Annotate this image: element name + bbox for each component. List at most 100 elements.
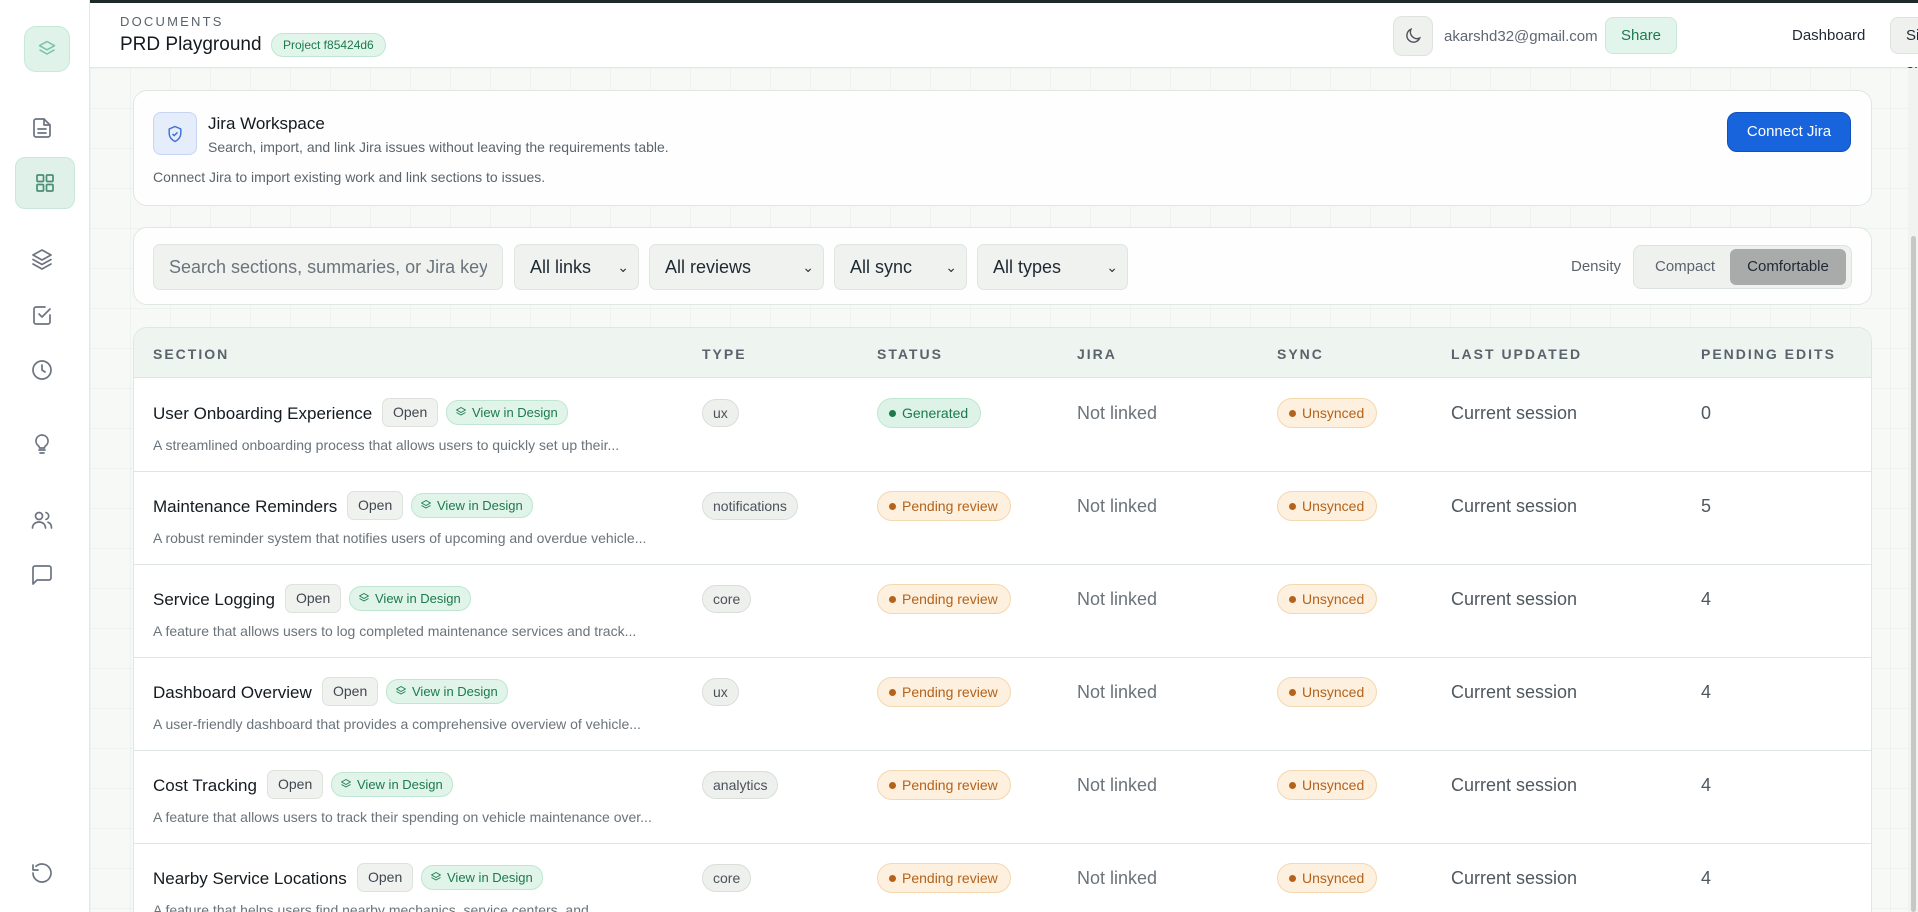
types-filter-select[interactable]: All types ⌄ bbox=[977, 244, 1128, 290]
view-in-design-label: View in Design bbox=[437, 498, 523, 513]
section-title[interactable]: Maintenance Reminders bbox=[153, 497, 337, 517]
view-in-design-link[interactable]: View in Design bbox=[411, 493, 533, 518]
types-filter-value: All types bbox=[993, 257, 1062, 277]
section-title[interactable]: Nearby Service Locations bbox=[153, 869, 347, 889]
section-title[interactable]: User Onboarding Experience bbox=[153, 404, 372, 424]
pending-edits: 4 bbox=[1701, 775, 1712, 795]
last-updated: Current session bbox=[1451, 682, 1578, 702]
status-badge: Generated bbox=[877, 398, 982, 428]
type-badge: core bbox=[702, 585, 752, 613]
table-row[interactable]: Maintenance Reminders Open View in Design A… bbox=[134, 472, 1871, 565]
column-header-sync[interactable]: SYNC bbox=[1277, 346, 1324, 362]
last-updated: Current session bbox=[1451, 403, 1578, 423]
status-badge: Pending review bbox=[877, 677, 1011, 707]
dashboard-link[interactable]: Dashboard bbox=[1792, 27, 1865, 44]
last-updated: Current session bbox=[1451, 775, 1578, 795]
chevron-down-icon: ⌄ bbox=[1106, 259, 1118, 275]
column-header-jira[interactable]: JIRA bbox=[1077, 346, 1117, 362]
density-comfortable-option[interactable]: Comfortable bbox=[1730, 249, 1846, 285]
layers-icon bbox=[396, 686, 406, 695]
requirements-table: SECTION TYPE STATUS JIRA SYNC LAST UPDAT… bbox=[133, 327, 1872, 912]
section-summary: A streamlined onboarding process that al… bbox=[153, 437, 620, 453]
sign-out-button[interactable]: Sign out bbox=[1890, 17, 1918, 79]
table-row[interactable]: Dashboard Overview Open View in Design A us… bbox=[134, 658, 1871, 751]
view-in-design-link[interactable]: View in Design bbox=[349, 586, 471, 611]
pending-edits: 4 bbox=[1701, 589, 1712, 609]
reviews-filter-select[interactable]: All reviews ⌄ bbox=[649, 244, 824, 290]
column-header-type[interactable]: TYPE bbox=[702, 346, 747, 362]
status-badge: Pending review bbox=[877, 770, 1011, 800]
layers-icon bbox=[341, 779, 351, 788]
sidebar-item-team-users-icon[interactable] bbox=[22, 500, 62, 540]
sidebar bbox=[0, 0, 90, 912]
sync-filter-value: All sync bbox=[850, 257, 913, 277]
user-email: akarshd32@gmail.com bbox=[1444, 28, 1598, 45]
sidebar-item-table-grid-icon[interactable] bbox=[15, 157, 75, 209]
view-in-design-link[interactable]: View in Design bbox=[331, 772, 453, 797]
column-header-section[interactable]: SECTION bbox=[153, 346, 229, 362]
links-filter-select[interactable]: All links ⌄ bbox=[514, 244, 639, 290]
jira-subtitle: Search, import, and link Jira issues wit… bbox=[208, 139, 669, 155]
density-label: Density bbox=[1571, 258, 1622, 275]
section-title[interactable]: Dashboard Overview bbox=[153, 683, 312, 703]
jira-title: Jira Workspace bbox=[208, 114, 325, 133]
search-input[interactable] bbox=[153, 244, 503, 290]
sidebar-item-documents-document-icon[interactable] bbox=[22, 108, 62, 148]
jira-link-status: Not linked bbox=[1077, 682, 1158, 702]
open-button[interactable]: Open bbox=[357, 863, 414, 892]
section-title[interactable]: Cost Tracking bbox=[153, 776, 257, 796]
app-logo-layers-icon[interactable] bbox=[24, 26, 70, 72]
section-summary: A feature that allows users to track the… bbox=[153, 809, 652, 825]
section-title[interactable]: Service Logging bbox=[153, 590, 275, 610]
view-in-design-link[interactable]: View in Design bbox=[386, 679, 508, 704]
chevron-down-icon: ⌄ bbox=[802, 259, 814, 275]
sidebar-item-tasks-checklist-icon[interactable] bbox=[22, 295, 62, 335]
column-header-pending-edits[interactable]: PENDING EDITS bbox=[1701, 346, 1836, 362]
chevron-down-icon: ⌄ bbox=[945, 259, 957, 275]
links-filter-value: All links bbox=[530, 257, 592, 277]
type-badge: analytics bbox=[702, 771, 779, 799]
density-compact-option[interactable]: Compact bbox=[1640, 249, 1730, 285]
moon-icon bbox=[1406, 27, 1422, 43]
table-row[interactable]: User Onboarding Experience Open View in De… bbox=[134, 379, 1871, 472]
theme-toggle-button[interactable] bbox=[1393, 16, 1433, 56]
sidebar-item-ideas-lightbulb-icon[interactable] bbox=[22, 424, 62, 464]
table-row[interactable]: Service Logging Open View in Design A featu… bbox=[134, 565, 1871, 658]
section-summary: A user-friendly dashboard that provides … bbox=[153, 716, 641, 732]
sidebar-item-history-clock-icon[interactable] bbox=[22, 350, 62, 390]
open-button[interactable]: Open bbox=[382, 398, 439, 427]
jira-link-status: Not linked bbox=[1077, 496, 1158, 516]
view-in-design-label: View in Design bbox=[357, 777, 443, 792]
open-button[interactable]: Open bbox=[347, 491, 404, 520]
view-in-design-link[interactable]: View in Design bbox=[446, 400, 568, 425]
project-badge: Project f85424d6 bbox=[271, 33, 386, 57]
share-button[interactable]: Share bbox=[1605, 17, 1678, 54]
jira-note: Connect Jira to import existing work and… bbox=[153, 169, 546, 185]
sidebar-item-comments-chat-icon[interactable] bbox=[22, 555, 62, 595]
jira-link-status: Not linked bbox=[1077, 775, 1158, 795]
status-badge: Pending review bbox=[877, 584, 1011, 614]
pending-edits: 4 bbox=[1701, 868, 1712, 888]
connect-jira-button[interactable]: Connect Jira bbox=[1727, 112, 1851, 152]
open-button[interactable]: Open bbox=[322, 677, 379, 706]
last-updated: Current session bbox=[1451, 868, 1578, 888]
open-button[interactable]: Open bbox=[285, 584, 342, 613]
sync-badge: Unsynced bbox=[1277, 677, 1378, 707]
open-button[interactable]: Open bbox=[267, 770, 324, 799]
column-header-status[interactable]: STATUS bbox=[877, 346, 943, 362]
density-toggle: Compact Comfortable bbox=[1633, 245, 1852, 289]
layers-icon bbox=[431, 872, 441, 881]
breadcrumb[interactable]: DOCUMENTS bbox=[120, 14, 224, 29]
sync-badge: Unsynced bbox=[1277, 770, 1378, 800]
table-row[interactable]: Nearby Service Locations Open View in Desi… bbox=[134, 844, 1871, 912]
view-in-design-link[interactable]: View in Design bbox=[421, 865, 543, 890]
sidebar-item-design-layers-icon[interactable] bbox=[22, 239, 62, 279]
sync-filter-select[interactable]: All sync ⌄ bbox=[834, 244, 967, 290]
sync-badge: Unsynced bbox=[1277, 863, 1378, 893]
sidebar-item-undo-icon[interactable] bbox=[22, 853, 62, 893]
layers-icon bbox=[421, 500, 431, 509]
scrollbar-thumb[interactable] bbox=[1911, 236, 1916, 912]
column-header-last-updated[interactable]: LAST UPDATED bbox=[1451, 346, 1582, 362]
pending-edits: 5 bbox=[1701, 496, 1712, 516]
table-row[interactable]: Cost Tracking Open View in Design A feature… bbox=[134, 751, 1871, 844]
